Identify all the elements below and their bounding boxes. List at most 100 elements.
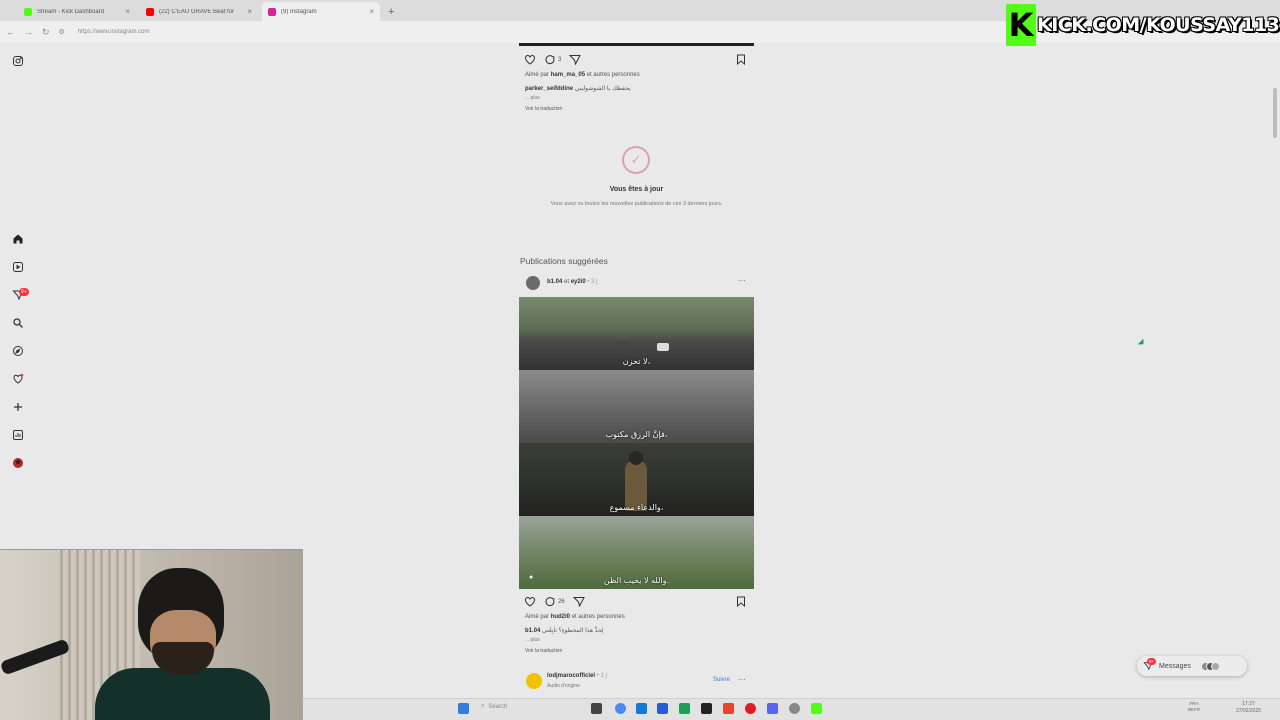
avatar [1210,661,1220,671]
profile-icon[interactable] [11,456,25,470]
video-frame: والدعاء مسموع، [519,443,754,516]
clock-time: 17:27 [1242,701,1255,707]
video-frame: فإنَّ الرزق مكتوب، [519,370,754,443]
tab-kick-dashboard[interactable]: Stream - Kick Dashboard × [18,2,136,21]
whatsapp-icon[interactable] [679,703,690,714]
check-icon: ✓ [622,146,650,174]
instagram-favicon-icon [268,7,276,16]
post-author[interactable]: b1.04 [547,279,562,285]
instagram-icon[interactable] [11,54,25,68]
reels-icon[interactable] [11,260,25,274]
liked-by-suffix[interactable]: et autres personnes [572,614,625,620]
more-link[interactable]: ... plus [525,95,540,101]
tab-title: (9) Instagram [281,8,317,15]
store-icon[interactable] [657,703,668,714]
caption-author[interactable]: b1.04 [525,628,540,634]
liked-by-user[interactable]: hud2i0 [551,614,570,620]
liked-by-user[interactable]: ham_ma_05 [551,72,585,78]
close-icon[interactable]: × [369,7,374,16]
heart-icon[interactable] [11,372,25,386]
back-icon[interactable]: ← [6,27,15,37]
tagged-user-icon[interactable]: ● [529,574,533,581]
close-icon[interactable]: × [125,7,130,16]
app-icon[interactable] [701,703,712,714]
comment-icon[interactable] [544,54,556,65]
liked-by: Aimé par hud2i0 et autres personnes [525,614,625,620]
video-caption: لا تحزن، [622,357,651,366]
caption-text: لِحدِّ هذا المخطوءِ؟ تابِعُني [542,628,604,634]
discord-icon[interactable] [767,703,778,714]
kick-logo: K [1006,4,1036,46]
translate-link[interactable]: Voir la traduction [525,106,562,112]
like-icon[interactable] [524,596,536,607]
file-explorer-icon[interactable] [591,703,602,714]
post-video[interactable]: لا تحزن، فإنَّ الرزق مكتوب، والدعاء مسمو… [519,297,754,589]
kick-handle: KICK.COM/KOUSSAY113 [1037,14,1280,36]
liked-by-prefix: Aimé par [525,614,550,620]
tab-youtube[interactable]: (22) C'EAU GRAVE Beat for × [140,2,258,21]
kick-icon[interactable] [811,703,822,714]
liked-by-suffix[interactable]: et autres personnes [587,72,640,78]
avatar[interactable] [526,673,542,689]
message-avatars [1200,661,1220,671]
avatar[interactable] [526,276,540,290]
tab-title: Stream - Kick Dashboard [37,8,105,15]
language-indicator[interactable]: FRA BEFR [1188,701,1200,713]
more-link[interactable]: ... plus [525,637,540,643]
audio-label[interactable]: Audio d'origine [547,683,580,689]
start-icon[interactable] [458,703,469,714]
caught-up-subtitle: Vous avez vu toutes les nouvelles public… [550,201,723,207]
more-options-icon[interactable]: ··· [738,675,746,684]
tab-title: (22) C'EAU GRAVE Beat for [159,8,235,15]
taskbar-search[interactable]: ⌕ Search [481,703,507,710]
kick-favicon-icon [24,7,32,16]
video-caption: والدعاء مسموع، [609,503,664,512]
caption-author[interactable]: parker_seifddine [525,86,573,92]
caught-up-title: Vous êtes à jour [609,186,664,193]
share-icon[interactable] [569,54,582,65]
post-actions: 26 [524,596,585,607]
follow-button[interactable]: Suivre [713,677,730,683]
bookmark-icon[interactable] [736,54,746,65]
notification-badge: 9+ [19,288,29,296]
edge-icon[interactable] [636,703,647,714]
site-info-icon[interactable]: ⚙ [59,28,65,36]
url-field[interactable]: https://www.instagram.com [78,29,150,35]
forward-icon[interactable]: → [24,27,33,37]
new-tab-button[interactable]: + [388,6,394,18]
chrome-icon[interactable] [615,703,626,714]
home-icon[interactable] [11,232,25,246]
translate-link[interactable]: Voir la traduction [525,648,562,654]
tab-instagram[interactable]: (9) Instagram × [262,2,380,21]
dashboard-icon[interactable] [11,428,25,442]
post-author-line: b1.04 et ey2i0 • 3 j [547,279,598,285]
clock[interactable]: 17:27 27/02/2025 [1236,701,1261,715]
video-frame: لا تحزن، [519,297,754,370]
bookmark-icon[interactable] [736,596,746,607]
car-shape [617,341,629,349]
close-icon[interactable]: × [247,7,252,16]
share-icon[interactable] [572,596,585,607]
create-icon[interactable] [11,400,25,414]
person-head-shape [629,451,643,465]
post-author[interactable]: lodjmarocofficiel [547,673,595,679]
post-actions: 3 [524,54,582,65]
comment-icon[interactable] [544,596,556,607]
video-caption: والله لا يخيب الظن. [603,576,670,585]
explore-icon[interactable] [11,344,25,358]
messages-label: Messages [1159,662,1191,670]
opera-icon[interactable] [745,703,756,714]
video-frame: والله لا يخيب الظن. ● [519,516,754,589]
streamer-shirt [95,668,270,720]
scrollbar[interactable] [1273,88,1277,138]
search-icon[interactable] [11,316,25,330]
settings-icon[interactable] [789,703,800,714]
more-options-icon[interactable]: ··· [738,276,746,285]
comment-count: 26 [558,598,565,605]
caption-text: يحفظك يا الشوشوليني [574,86,631,92]
post-coauthor[interactable]: ey2i0 [571,279,586,285]
liked-by-prefix: Aimé par [525,72,550,78]
like-icon[interactable] [524,54,536,65]
brave-icon[interactable] [723,703,734,714]
reload-icon[interactable]: ↻ [42,27,50,38]
